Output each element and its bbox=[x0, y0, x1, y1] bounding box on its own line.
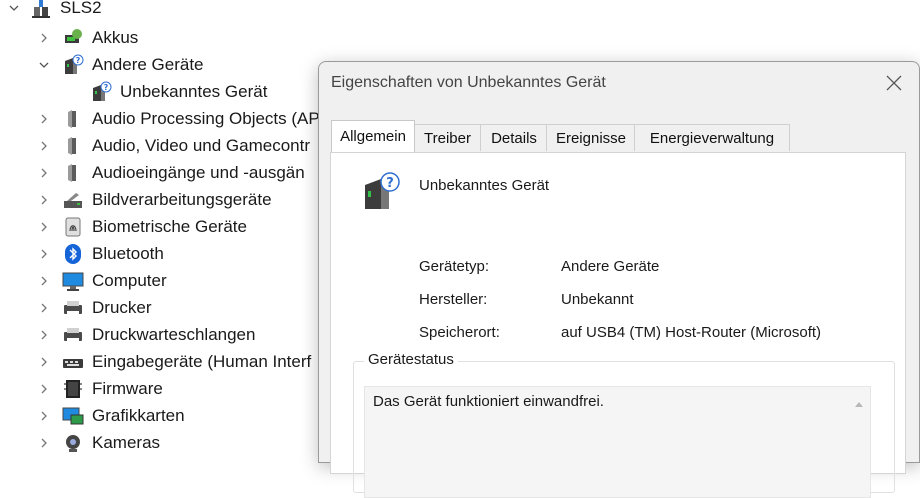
tree-root-label: SLS2 bbox=[60, 0, 102, 17]
tree-category[interactable]: Firmware bbox=[41, 375, 163, 402]
tree-item-label: Andere Geräte bbox=[92, 54, 204, 74]
tree-category[interactable]: Audio Processing Objects (AP bbox=[41, 105, 320, 132]
tab-label: Details bbox=[491, 129, 537, 147]
chevron-right-icon[interactable] bbox=[38, 221, 50, 233]
chevron-right-icon[interactable] bbox=[38, 248, 50, 260]
firmware-icon bbox=[62, 378, 84, 400]
tree-item-label: Druckwarteschlangen bbox=[92, 324, 256, 344]
device-status-title: Gerätestatus bbox=[364, 351, 458, 368]
tree-child-item[interactable]: ? Unbekanntes Gerät bbox=[90, 78, 267, 105]
tree-item-label: Eingabegeräte (Human Interf bbox=[92, 351, 312, 371]
device-name: Unbekanntes Gerät bbox=[419, 177, 550, 194]
tree-category[interactable]: Computer bbox=[41, 267, 167, 294]
tab-label: Treiber bbox=[424, 129, 471, 147]
chevron-right-icon[interactable] bbox=[38, 329, 50, 341]
chevron-right-icon[interactable] bbox=[38, 140, 50, 152]
tree-category[interactable]: Audio, Video und Gamecontr bbox=[41, 132, 310, 159]
manufacturer-value: Unbekannt bbox=[561, 291, 634, 308]
tree-category[interactable]: Druckwarteschlangen bbox=[41, 321, 256, 348]
tab-label: Allgemein bbox=[340, 128, 406, 145]
chevron-right-icon[interactable] bbox=[38, 302, 50, 314]
tree-item-label: Grafikkarten bbox=[92, 405, 185, 425]
tab-label: Ereignisse bbox=[555, 129, 627, 147]
tree-item-label: Bluetooth bbox=[92, 243, 164, 263]
tree-item-label: Computer bbox=[92, 270, 167, 290]
device-type-value: Andere Geräte bbox=[561, 258, 660, 275]
chevron-right-icon[interactable] bbox=[38, 167, 50, 179]
keyboard-icon bbox=[62, 351, 84, 373]
tree-root[interactable]: SLS2 bbox=[0, 0, 102, 21]
properties-dialog: Eigenschaften von Unbekanntes Gerät Allg… bbox=[318, 61, 920, 498]
tab-energieverwaltung[interactable]: Energieverwaltung bbox=[634, 124, 790, 151]
chevron-right-icon[interactable] bbox=[38, 410, 50, 422]
tree-category[interactable]: Bluetooth bbox=[41, 240, 164, 267]
chevron-right-icon[interactable] bbox=[38, 356, 50, 368]
tree-item-label: Drucker bbox=[92, 297, 152, 317]
chevron-right-icon[interactable] bbox=[38, 32, 50, 44]
tree-item-label: Firmware bbox=[92, 378, 163, 398]
svg-text:?: ? bbox=[76, 56, 81, 65]
chevron-down-icon[interactable] bbox=[38, 59, 50, 71]
tree-item-label: Audio, Video und Gamecontr bbox=[92, 135, 310, 155]
unknown-device-icon: ? bbox=[359, 171, 403, 215]
battery-icon bbox=[62, 27, 84, 49]
tree-item-label: Audio Processing Objects (AP bbox=[92, 108, 320, 128]
device-type-label: Gerätetyp: bbox=[419, 258, 490, 275]
tree-item-label: Biometrische Geräte bbox=[92, 216, 247, 236]
tree-item-label: Unbekanntes Gerät bbox=[120, 81, 268, 101]
printer-icon bbox=[62, 297, 84, 319]
svg-text:?: ? bbox=[104, 83, 109, 92]
chevron-down-icon[interactable] bbox=[8, 2, 20, 14]
tab-treiber[interactable]: Treiber bbox=[413, 124, 482, 151]
tree-item-label: Akkus bbox=[92, 27, 139, 47]
tab-label: Energieverwaltung bbox=[649, 129, 775, 147]
close-icon[interactable] bbox=[883, 72, 905, 94]
chevron-right-icon[interactable] bbox=[38, 437, 50, 449]
tree-category[interactable]: Grafikkarten bbox=[41, 402, 185, 429]
unknown-device-icon: ? bbox=[62, 54, 84, 76]
fingerprint-icon bbox=[62, 216, 84, 238]
device-status-text: Das Gerät funktioniert einwandfrei. bbox=[373, 393, 604, 410]
chevron-right-icon[interactable] bbox=[38, 113, 50, 125]
bluetooth-icon bbox=[62, 243, 84, 265]
camera-device-icon bbox=[62, 189, 84, 211]
device-status-textbox[interactable]: Das Gerät funktioniert einwandfrei. bbox=[364, 386, 871, 498]
manufacturer-label: Hersteller: bbox=[419, 291, 488, 308]
tree-category[interactable]: Bildverarbeitungsgeräte bbox=[41, 186, 272, 213]
speaker-icon bbox=[62, 135, 84, 157]
device-status-group: Gerätestatus Das Gerät funktioniert einw… bbox=[353, 351, 895, 498]
scroll-up-icon[interactable] bbox=[854, 395, 864, 407]
computer-icon bbox=[30, 0, 52, 19]
svg-text:?: ? bbox=[386, 176, 394, 191]
chevron-right-icon[interactable] bbox=[38, 383, 50, 395]
tab-details[interactable]: Details bbox=[480, 124, 548, 151]
tree-category[interactable]: Akkus bbox=[41, 24, 139, 51]
tab-ereignisse[interactable]: Ereignisse bbox=[546, 124, 636, 151]
general-panel: ? Unbekanntes Gerät Gerätetyp: Andere Ge… bbox=[330, 152, 906, 498]
dialog-title: Eigenschaften von Unbekanntes Gerät bbox=[331, 74, 606, 91]
location-label: Speicherort: bbox=[419, 324, 500, 341]
tree-category[interactable]: Audioeingänge und -ausgän bbox=[41, 159, 305, 186]
tree-item-label: Audioeingänge und -ausgän bbox=[92, 162, 305, 182]
speaker-icon bbox=[62, 108, 84, 130]
unknown-device-icon: ? bbox=[90, 81, 112, 103]
monitor-icon bbox=[62, 270, 84, 292]
tree-category[interactable]: Drucker bbox=[41, 294, 152, 321]
speaker-icon bbox=[62, 162, 84, 184]
printer-icon bbox=[62, 324, 84, 346]
chevron-right-icon[interactable] bbox=[38, 194, 50, 206]
chevron-right-icon[interactable] bbox=[38, 275, 50, 287]
tab-allgemein[interactable]: Allgemein bbox=[331, 120, 415, 152]
tree-category[interactable]: Biometrische Geräte bbox=[41, 213, 247, 240]
tree-category[interactable]: Eingabegeräte (Human Interf bbox=[41, 348, 312, 375]
tree-category[interactable]: ? Andere Geräte bbox=[39, 51, 204, 78]
tree-item-label: Bildverarbeitungsgeräte bbox=[92, 189, 272, 209]
display-adapter-icon bbox=[62, 405, 84, 427]
location-value: auf USB4 (TM) Host-Router (Microsoft) bbox=[561, 324, 822, 341]
